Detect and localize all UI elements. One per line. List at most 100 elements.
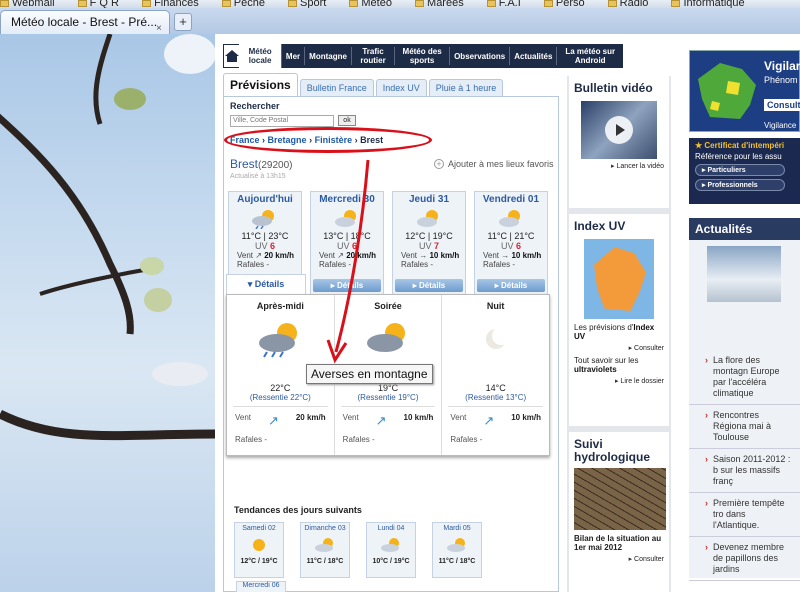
wind-value: 10 km/h [511,251,542,260]
nav-trafic[interactable]: Trafic routier [352,47,396,65]
day-name: Vendredi 01 [482,194,540,205]
bookmark-finances[interactable]: Finances [142,0,209,8]
details-label: Détails [337,281,364,290]
details-tab-open[interactable]: ▾ Détails [226,274,306,296]
video-box: Bulletin vidéo Lancer la vidéo [569,76,669,208]
nav-meteo-locale[interactable]: Météo locale [239,44,282,68]
nav-observations[interactable]: Observations [450,47,511,65]
read-file-link[interactable]: Lire le dossier [574,377,664,385]
period-temp: 14°C [485,383,506,393]
uv-value: 6 [352,241,358,251]
tab-previsions[interactable]: Prévisions [223,73,298,96]
wind-value: 10 km/h [403,413,434,422]
nav-android[interactable]: La météo sur Android [557,47,623,65]
day-uv: UV 6 [229,241,301,251]
divider [340,406,436,407]
bookmark-informatique[interactable]: Informatique [671,0,754,8]
day-card[interactable]: Vendredi 01 11°C | 21°C UV 6 Vent → 10 k… [474,191,548,295]
bookmark-radio[interactable]: Radio [607,0,659,8]
ultraviolet-text: Tout savoir sur les ultraviolets [574,356,664,374]
trend-day[interactable]: Lundi 04 10°C / 19°C [366,522,416,578]
news-item[interactable]: Devenez membre de papillons des jardins [689,537,800,581]
mountain-image[interactable] [707,246,781,302]
uv-consult-link[interactable]: Consulter [574,344,664,352]
day-wind: Vent → 10 km/h [393,251,465,260]
search-input[interactable]: Ville, Code Postal [230,115,334,127]
day-card[interactable]: Jeudi 31 12°C | 19°C UV 7 Vent → 10 km/h… [392,191,466,295]
period-wind: Vent ↗ 20 km/h [227,413,334,429]
sun-icon [235,532,283,558]
bookmark-marees[interactable]: Marées [415,0,474,8]
bookmark-peche[interactable]: Pêche [221,0,275,8]
trend-day-partial[interactable]: Mercredi 06 [236,581,286,592]
tab-index-uv[interactable]: Index UV [375,79,427,96]
bookmark-fai[interactable]: F.A.I [486,0,531,8]
bookmark-webmail[interactable]: Webmail [0,0,65,8]
hydro-consult-link[interactable]: Consulter [574,555,664,563]
bookmark-sport[interactable]: Sport [288,0,336,8]
new-tab-button[interactable]: + [174,13,192,31]
uv-title: Index UV [574,219,626,233]
news-box: Actualités La flore des montagn Europe p… [689,218,800,581]
wind-value: 10 km/h [429,251,460,260]
vigilance-consult[interactable]: Consulte [764,99,800,111]
browser-tab[interactable]: Météo locale - Brest - Pré... × [0,10,170,34]
vigilance-label: Vigilance [764,121,797,130]
dry-soil-image[interactable] [574,468,666,530]
nav-montagne[interactable]: Montagne [305,47,352,65]
nav-sports[interactable]: Météo des sports [395,47,451,65]
home-icon[interactable] [224,45,240,67]
sun-cloud-icon [367,532,415,558]
tab-pluie[interactable]: Pluie à 1 heure [428,79,504,96]
launch-video-link[interactable]: Lancer la vidéo [574,162,664,170]
trend-day[interactable]: Dimanche 03 11°C / 18°C [300,522,350,578]
nav-mer[interactable]: Mer [282,47,306,65]
wind-label: Vent [401,251,418,260]
add-favorite-link[interactable]: + Ajouter à mes lieux favoris [434,159,554,169]
wind-arrow-icon: ↗ [483,413,495,428]
period-night: Nuit 14°C (Ressentie 13°C) Vent ↗ 10 km/h … [442,295,549,455]
vigilance-banner[interactable]: Vigilar Phénom Consulte Vigilance [689,50,800,132]
close-icon[interactable]: × [156,18,162,34]
folder-icon [415,0,425,7]
details-button[interactable]: ▸ Détails [313,279,381,292]
uv-value: 6 [516,241,522,251]
video-thumbnail[interactable] [581,101,657,159]
day-temp: 11°C | 23°C [241,231,289,241]
wind-label: Vent [450,413,467,422]
day-gusts: Rafales - [319,260,352,269]
trend-day-name: Mardi 05 [443,525,471,532]
details-button[interactable]: ▸ Détails [395,279,463,292]
bookmark-meteo[interactable]: Météo [349,0,402,8]
news-item[interactable]: Saison 2011-2012 : b sur les massifs fra… [689,449,800,493]
certificate-title-text: Certificat d'intempéri [704,141,785,150]
day-name: Aujourd'hui [237,194,293,205]
period-feels-like: (Ressentie 22°C) [249,393,311,402]
city-name: Brest [230,157,259,171]
plus-icon: + [434,159,444,169]
search-ok-button[interactable]: ok [338,115,356,126]
bookmark-perso[interactable]: Perso [543,0,595,8]
tab-bulletin-france[interactable]: Bulletin France [299,79,374,96]
uv-map[interactable] [584,239,654,319]
day-wind: Vent ↗ 20 km/h [229,251,301,260]
news-item[interactable]: Rencontres Régiona mai à Toulouse [689,405,800,449]
france-map-shape [594,247,646,311]
hydro-text: Bilan de la situation au 1er mai 2012 [574,534,662,552]
trend-day[interactable]: Samedi 02 12°C / 19°C [234,522,284,578]
hydro-box: Suivi hydrologique Bilan de la situation… [569,432,669,592]
period-gusts: Rafales - [450,435,483,444]
day-temp: 11°C | 21°C [487,231,535,241]
details-button[interactable]: ▸ Détails [477,279,545,292]
wind-label: Vent [342,413,359,422]
particuliers-button[interactable]: ▸ Particuliers [695,164,785,176]
day-card[interactable]: Mercredi 30 13°C | 18°C UV 6 Vent ↗ 20 k… [310,191,384,295]
trend-day[interactable]: Mardi 05 11°C / 18°C [432,522,482,578]
professionnels-button[interactable]: ▸ Professionnels [695,179,785,191]
news-item[interactable]: Première tempête tro dans l'Atlantique. [689,493,800,537]
wind-label: Vent [235,413,252,422]
news-item[interactable]: La flore des montagn Europe par l'accélé… [689,350,800,405]
nav-actualites[interactable]: Actualités [510,47,558,65]
bookmark-fqr[interactable]: F Q R [77,0,129,8]
folder-icon [288,0,298,7]
